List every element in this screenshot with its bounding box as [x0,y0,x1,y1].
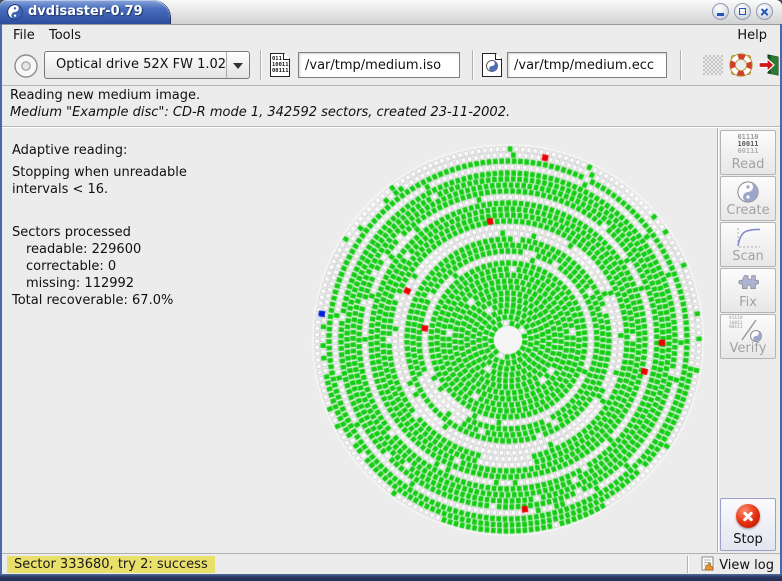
correctable-count: correctable: 0 [26,259,116,274]
menu-tools[interactable]: Tools [44,27,86,44]
title-tab: dvdisaster-0.79 [0,0,170,24]
minimize-icon [717,13,724,16]
scan-button[interactable]: Scan [720,222,776,267]
info-bar: Reading new medium image. Medium "Exampl… [2,86,780,127]
status-message: Sector 333680, try 2: success [7,556,215,573]
stopping-line1: Stopping when unreadable [12,165,187,180]
preferences-disabled-icon[interactable] [703,55,723,75]
stop-icon [736,504,760,528]
read-button[interactable]: 011101001100111 Read [720,130,776,175]
view-log-icon [701,556,715,571]
toolbar-separator [680,50,681,80]
close-button[interactable] [756,3,773,20]
drive-selector-value: Optical drive 52X FW 1.02 [56,57,226,72]
window-border-bottom [0,574,782,581]
action-sidebar: 011101001100111 Read Create Scan [720,130,778,552]
menu-help[interactable]: Help [732,27,772,44]
medium-info-line: Medium "Example disc": CD-R mode 1, 3425… [10,105,510,120]
ecc-path-input[interactable] [507,52,667,78]
create-yinyang-icon [721,180,775,204]
chevron-down-icon [233,63,243,69]
sectors-processed-label: Sectors processed [12,225,131,240]
create-button[interactable]: Create [720,176,776,221]
fix-label: Fix [721,295,775,310]
iso-file-icon: 0111001100111 [270,53,290,77]
window-title: dvdisaster-0.79 [28,4,143,19]
readable-count: readable: 229600 [26,242,141,257]
sidebar-separator [717,128,718,552]
missing-count: missing: 112992 [26,276,134,291]
scan-label: Scan [721,249,775,264]
iso-icon-binary: 0111001100111 [272,56,289,74]
cd-drive-icon [14,54,38,78]
toolbar-separator [260,50,261,80]
verify-label: Verify [721,341,775,356]
status-bar: Sector 333680, try 2: success View log [2,553,780,575]
disc-spiral-visualization [296,128,720,552]
stopping-line2: intervals < 16. [12,182,108,197]
title-bar[interactable]: dvdisaster-0.79 [0,0,782,25]
lifebelt-help-icon[interactable] [729,53,753,77]
dropdown-arrow-box [226,52,249,78]
app-yinyang-icon [7,4,23,20]
toolbar-separator [472,50,473,80]
app-window: dvdisaster-0.79 File Tools Help Optical … [0,0,782,581]
read-label: Read [721,157,775,172]
status-headline: Reading new medium image. [10,88,200,103]
fix-button[interactable]: Fix [720,268,776,313]
window-border-left [0,24,2,574]
exit-icon[interactable] [757,53,781,77]
stop-button[interactable]: Stop [720,498,776,551]
stop-label: Stop [721,532,775,547]
fix-puzzle-icon [721,272,775,296]
ecc-yinyang-glyph [486,60,498,72]
menu-bar: File Tools Help [2,25,780,45]
view-log-button[interactable]: View log [701,556,774,573]
adaptive-reading-label: Adaptive reading: [12,143,127,158]
scan-curve-icon [721,226,775,250]
toolbar: Optical drive 52X FW 1.02 0111001100111 [2,45,780,86]
maximize-button[interactable] [734,3,751,20]
maximize-icon [739,8,746,15]
verify-button[interactable]: 011101001100111 Verify [720,314,776,359]
view-log-label: View log [719,558,774,573]
drive-selector-dropdown[interactable]: Optical drive 52X FW 1.02 [44,51,250,79]
minimize-button[interactable] [712,3,729,20]
ecc-file-icon [482,53,502,77]
create-label: Create [721,203,775,218]
total-recoverable: Total recoverable: 67.0% [12,293,173,308]
verify-compare-icon: 011101001100111 [721,318,775,342]
statusbar-separator [687,556,688,573]
doc-fold [496,53,502,59]
read-binary-icon: 011101001100111 [721,134,775,155]
iso-path-input[interactable] [298,52,460,78]
menu-file[interactable]: File [8,27,40,44]
main-panel: Adaptive reading: Stopping when unreadab… [2,128,716,552]
